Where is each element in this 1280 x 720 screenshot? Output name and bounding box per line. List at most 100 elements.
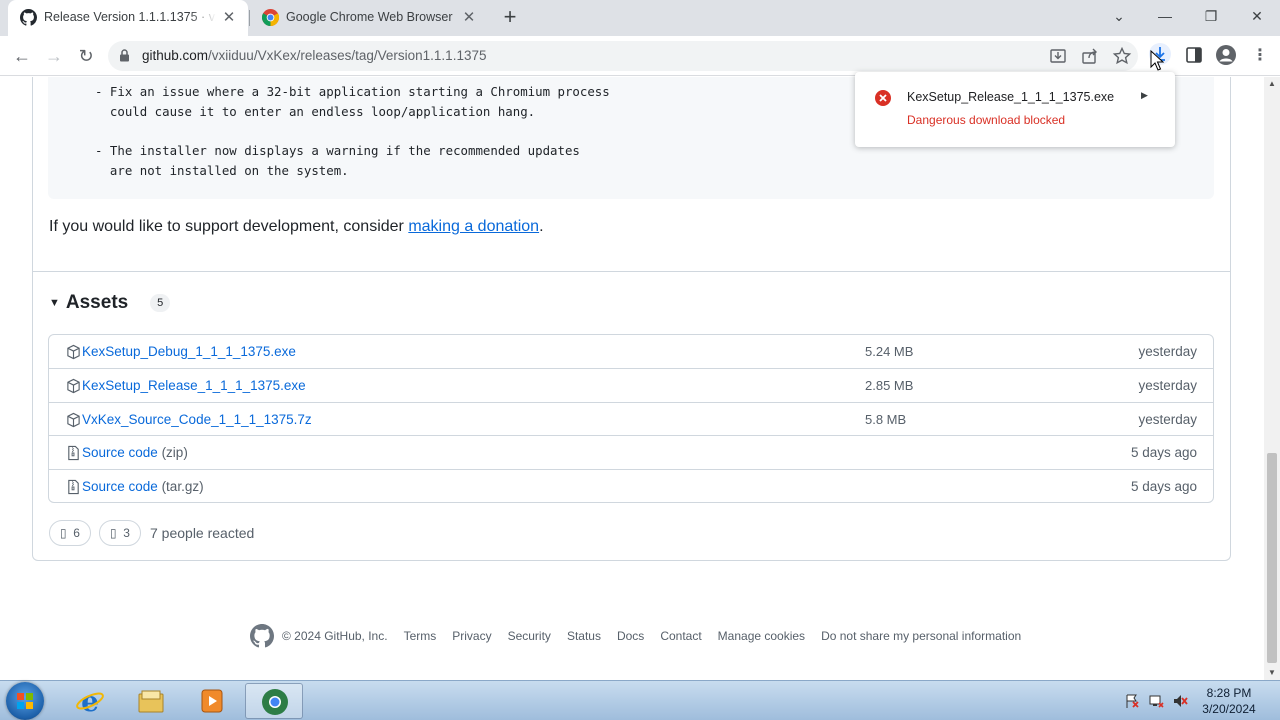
taskbar-media-player[interactable]: [183, 683, 241, 719]
footer-link-manage-cookies[interactable]: Manage cookies: [718, 629, 805, 643]
lock-icon: [120, 49, 129, 62]
back-icon[interactable]: ←: [9, 43, 35, 69]
taskbar-chrome[interactable]: [245, 683, 303, 719]
asset-name: Source code: [82, 479, 158, 494]
footer-link-security[interactable]: Security: [508, 629, 551, 643]
donation-text: If you would like to support development…: [49, 218, 544, 236]
profile-avatar-icon[interactable]: [1215, 44, 1237, 66]
package-icon: [67, 412, 80, 428]
asset-link[interactable]: Source code (tar.gz): [82, 479, 204, 494]
minimize-icon[interactable]: —: [1151, 4, 1179, 28]
release-notes-line: could cause it to enter an endless loop/…: [95, 104, 536, 119]
asset-ext: (zip): [157, 445, 188, 460]
donation-suffix: .: [539, 218, 544, 235]
download-bubble: KexSetup_Release_1_1_1_1375.exe Dangerou…: [855, 72, 1175, 147]
assets-count-badge: 5: [150, 294, 171, 312]
url-host: github.com: [142, 48, 209, 63]
clock-time: 8:28 PM: [1206, 686, 1252, 700]
footer-link-terms[interactable]: Terms: [404, 629, 437, 643]
release-notes-line: - Fix an issue where a 32-bit applicatio…: [95, 84, 610, 99]
network-icon[interactable]: [1148, 693, 1164, 709]
clock-date: 3/20/2024: [1202, 702, 1256, 716]
reaction-count: 6: [73, 526, 80, 540]
forward-icon[interactable]: →: [41, 43, 67, 69]
page-viewport: - Fix an issue where a 32-bit applicatio…: [0, 77, 1264, 680]
bookmark-star-icon[interactable]: [1112, 47, 1132, 65]
footer-link-do-not-share[interactable]: Do not share my personal information: [821, 629, 1021, 643]
page-scrollbar[interactable]: ▲ ▼: [1264, 77, 1280, 680]
release-notes-line: - The installer now displays a warning i…: [95, 143, 580, 158]
tab-chrome-browser[interactable]: Google Chrome Web Browser ✕: [250, 0, 488, 36]
asset-name: KexSetup_Release_1_1_1_1375.exe: [82, 378, 306, 393]
asset-link[interactable]: Source code (zip): [82, 445, 188, 460]
taskbar-file-explorer[interactable]: [122, 683, 180, 719]
asset-row: KexSetup_Release_1_1_1_1375.exe 2.85 MB …: [49, 368, 1213, 402]
url-path: /vxiiduu/VxKex/releases/tag/Version1.1.1…: [208, 48, 487, 63]
folder-icon: [138, 690, 164, 713]
start-button[interactable]: [6, 682, 44, 720]
taskbar-internet-explorer[interactable]: e: [61, 683, 119, 719]
expand-arrow-icon[interactable]: ▶: [1141, 90, 1148, 101]
install-app-icon[interactable]: [1048, 47, 1068, 65]
download-filename[interactable]: KexSetup_Release_1_1_1_1375.exe: [907, 90, 1114, 104]
footer-link-contact[interactable]: Contact: [660, 629, 701, 643]
chrome-icon: [262, 9, 279, 26]
windows-taskbar: e 8:28 PM 3/20/2024: [0, 680, 1280, 720]
reaction-button[interactable]: ▯ 6: [49, 520, 91, 546]
asset-name: KexSetup_Debug_1_1_1_1375.exe: [82, 344, 296, 359]
browser-toolbar: ← → ↻ github.com/vxiiduu/VxKex/releases/…: [0, 36, 1280, 76]
reaction-emoji-icon: ▯: [60, 526, 67, 540]
side-panel-icon[interactable]: [1183, 44, 1205, 66]
error-icon: [875, 90, 891, 106]
url-text: github.com/vxiiduu/VxKex/releases/tag/Ve…: [142, 48, 486, 63]
asset-link[interactable]: VxKex_Source_Code_1_1_1_1375.7z: [82, 412, 312, 427]
asset-date: 5 days ago: [1130, 445, 1197, 460]
reaction-emoji-icon: ▯: [110, 526, 117, 540]
footer-copyright: © 2024 GitHub, Inc.: [282, 629, 388, 643]
donation-prefix: If you would like to support development…: [49, 218, 409, 235]
chrome-menu-icon[interactable]: ⋮: [1247, 43, 1273, 69]
restore-icon[interactable]: ❐: [1197, 4, 1225, 28]
asset-size: 5.24 MB: [865, 344, 914, 359]
action-center-flag-icon[interactable]: [1124, 693, 1140, 709]
tab-search-icon[interactable]: ⌄: [1105, 4, 1133, 28]
internet-explorer-icon: e: [76, 686, 104, 716]
scrollbar-thumb[interactable]: [1267, 453, 1277, 663]
reaction-button[interactable]: ▯ 3: [99, 520, 141, 546]
reload-icon[interactable]: ↻: [73, 43, 99, 69]
windows-logo-icon: [17, 693, 33, 709]
footer-link-docs[interactable]: Docs: [617, 629, 644, 643]
assets-toggle[interactable]: ▼ Assets 5: [49, 292, 171, 314]
scroll-down-icon[interactable]: ▼: [1264, 666, 1280, 680]
github-logo-icon[interactable]: [250, 624, 274, 648]
reactions-summary: 7 people reacted: [150, 525, 255, 541]
chrome-taskbar-icon: [262, 689, 288, 715]
tab-github-release[interactable]: Release Version 1.1.1.1375 · vxiid ✕: [8, 0, 248, 36]
asset-date: yesterday: [1138, 344, 1197, 359]
download-status: Dangerous download blocked: [907, 113, 1066, 127]
volume-muted-icon[interactable]: [1172, 693, 1188, 709]
footer-link-status[interactable]: Status: [567, 629, 601, 643]
media-player-icon: [201, 689, 223, 713]
asset-row: Source code (zip) 5 days ago: [49, 435, 1213, 469]
asset-name: VxKex_Source_Code_1_1_1_1375.7z: [82, 412, 312, 427]
share-icon[interactable]: [1080, 47, 1100, 65]
asset-row: KexSetup_Debug_1_1_1_1375.exe 5.24 MB ye…: [49, 335, 1213, 369]
asset-name: Source code: [82, 445, 158, 460]
close-window-icon[interactable]: ✕: [1243, 4, 1271, 28]
close-tab-icon[interactable]: ✕: [460, 9, 478, 27]
new-tab-button[interactable]: +: [498, 6, 522, 30]
asset-link[interactable]: KexSetup_Release_1_1_1_1375.exe: [82, 378, 306, 393]
asset-date: 5 days ago: [1130, 479, 1197, 494]
address-bar[interactable]: github.com/vxiiduu/VxKex/releases/tag/Ve…: [108, 41, 1138, 71]
system-clock[interactable]: 8:28 PM 3/20/2024: [1196, 685, 1262, 717]
asset-link[interactable]: KexSetup_Debug_1_1_1_1375.exe: [82, 344, 296, 359]
tab-title: Release Version 1.1.1.1375 · vxiid: [44, 10, 216, 24]
close-tab-icon[interactable]: ✕: [220, 9, 238, 27]
mouse-cursor-icon: [1150, 50, 1164, 71]
scroll-up-icon[interactable]: ▲: [1264, 77, 1280, 91]
package-icon: [67, 378, 80, 394]
donation-link[interactable]: making a donation: [408, 218, 539, 235]
footer-link-privacy[interactable]: Privacy: [452, 629, 491, 643]
file-zip-icon: [68, 445, 79, 461]
